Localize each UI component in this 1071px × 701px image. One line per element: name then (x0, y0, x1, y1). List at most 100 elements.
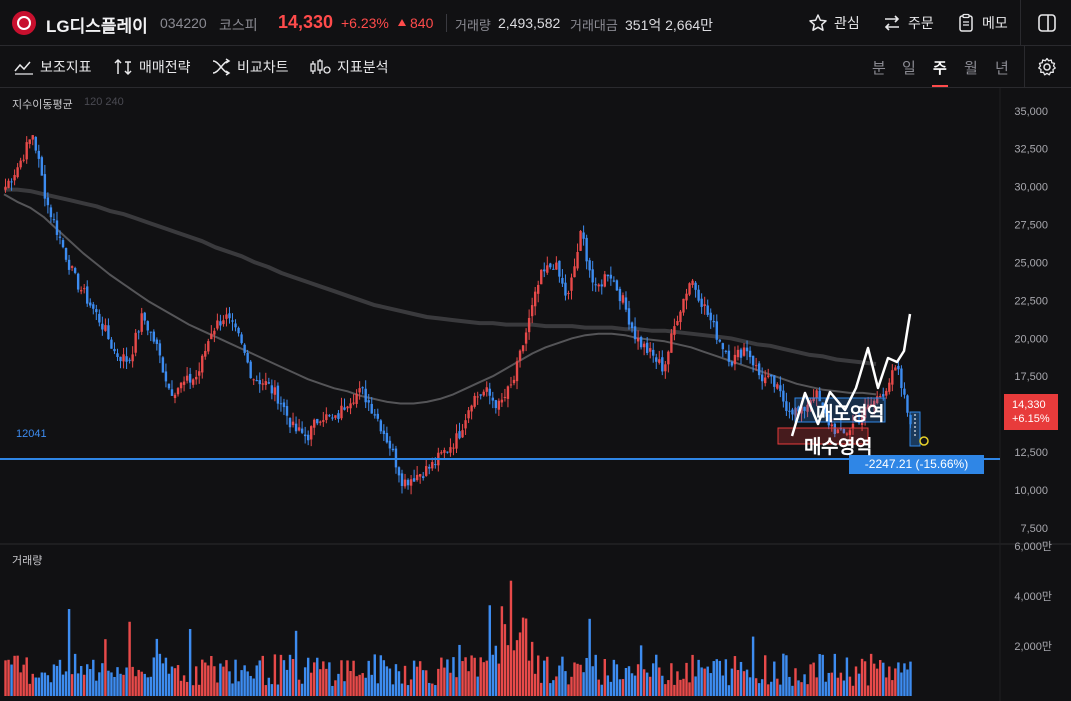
volume-bar (882, 662, 885, 696)
volume-bar (697, 659, 700, 696)
candle-body (388, 440, 392, 449)
stock-name[interactable]: LG디스플레이 (46, 12, 148, 37)
candle-body (331, 417, 334, 419)
measure-box[interactable] (909, 411, 921, 447)
period-week-tab[interactable]: 주 (933, 57, 947, 78)
period-minute-tab[interactable]: 분 (872, 57, 886, 78)
period-day-tab[interactable]: 일 (902, 57, 916, 78)
candle-body (313, 419, 316, 428)
volume-bar (721, 675, 725, 696)
candle-body (745, 347, 749, 352)
volume-bar (207, 665, 210, 696)
buy-zone-label[interactable]: 매수영역 (804, 432, 872, 459)
candle-body (476, 396, 479, 398)
measure-anchor-point[interactable] (919, 436, 929, 446)
candle-body (431, 462, 434, 469)
candle-body (751, 355, 755, 366)
analysis-button[interactable]: 지표분석 (309, 57, 389, 77)
candle-body (128, 359, 131, 361)
volume-bar (191, 685, 195, 696)
candle-body (288, 418, 292, 428)
ma-label[interactable]: 지수이동평균 (12, 96, 73, 112)
volume-bar (606, 675, 610, 696)
volume-bar (703, 668, 706, 696)
volume-bar (645, 672, 649, 696)
indicators-label: 보조지표 (40, 59, 92, 75)
candle-body (61, 240, 65, 248)
volume-pane-label[interactable]: 거래량 (12, 552, 42, 568)
strategy-button[interactable]: 매매전략 (113, 57, 191, 77)
volume-bar (434, 685, 437, 696)
candle-body (49, 207, 53, 218)
price-tick-label: 12,500 (1014, 447, 1048, 459)
candle-body (194, 376, 198, 380)
candle-body (906, 395, 909, 413)
volume-bar (361, 673, 364, 696)
compare-button[interactable]: 비교차트 (211, 57, 289, 77)
candle-body (185, 375, 189, 381)
watch-button[interactable]: 관심 (808, 11, 860, 35)
volume-bar (485, 660, 488, 696)
candle-body (170, 389, 174, 396)
period-month-tab[interactable]: 월 (964, 57, 978, 78)
volume-bar (555, 676, 558, 696)
volume-bar (146, 677, 149, 696)
volume-bar (388, 668, 392, 696)
indicators-button[interactable]: 보조지표 (14, 57, 92, 77)
candle-body (319, 421, 322, 423)
volume-bar (328, 662, 331, 696)
candle-body (903, 388, 906, 395)
memo-button[interactable]: 메모 (956, 11, 1008, 35)
sidebar-toggle-icon[interactable] (1037, 13, 1057, 33)
candle-body (754, 365, 758, 367)
order-button[interactable]: 주문 (882, 11, 934, 35)
candle-body (86, 286, 89, 304)
star-icon (809, 14, 827, 31)
volume-bar (794, 668, 797, 696)
swap-arrows-icon (884, 15, 900, 31)
sell-zone-label[interactable]: 매도영역 (816, 399, 884, 426)
volume-bar (10, 664, 13, 696)
period-year-tab[interactable]: 년 (995, 57, 1009, 78)
candle-body (658, 359, 661, 363)
candle-body (703, 304, 706, 306)
volume-bar (379, 655, 383, 696)
candle-body (198, 371, 201, 376)
candle-body (688, 283, 691, 295)
candle-body (340, 405, 343, 419)
volume-bar (585, 657, 588, 696)
volume-bar (588, 618, 591, 696)
price-chart[interactable]: 35,000 32,500 30,000 27,500 25,000 22,500 20,0… (0, 88, 1071, 701)
candle-body (352, 402, 355, 404)
candle-body (770, 374, 773, 377)
volume-bar (658, 667, 661, 696)
candle-body (564, 282, 567, 296)
candle-body (485, 387, 488, 392)
candle-body (400, 473, 404, 486)
candle-body (648, 348, 652, 352)
candle-body (364, 388, 367, 403)
candle-body (773, 375, 776, 387)
price-tick-label: 20,000 (1014, 333, 1048, 345)
candle-body (894, 367, 897, 371)
volume-bar (748, 677, 752, 696)
candle-body (334, 415, 337, 418)
candle-body (101, 323, 104, 330)
volume-bar (524, 618, 528, 696)
candle-body (267, 382, 271, 384)
candle-body (609, 274, 613, 279)
volume-bar (806, 684, 809, 696)
candle-body (231, 320, 234, 322)
volume-bar (848, 676, 852, 696)
volume-bar (470, 655, 473, 696)
gear-icon[interactable] (1037, 57, 1057, 77)
volume-bar (670, 663, 673, 696)
volume-bar (394, 664, 398, 696)
candle-body (143, 312, 146, 321)
volume-bar (201, 659, 204, 696)
volume-bar (264, 685, 268, 696)
volume-bar (415, 666, 419, 696)
volume-bar (255, 665, 258, 696)
volume-bar (82, 674, 86, 696)
candle-body (28, 139, 31, 144)
